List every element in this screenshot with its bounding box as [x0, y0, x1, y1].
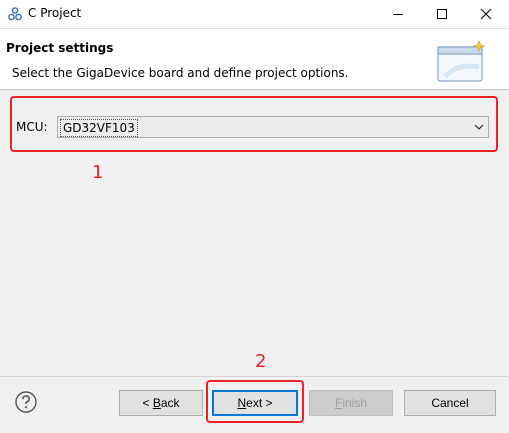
- maximize-button[interactable]: [420, 0, 464, 28]
- title-bar: C Project: [0, 0, 509, 29]
- mcu-row: MCU: GD32VF103: [10, 96, 498, 152]
- close-button[interactable]: [464, 0, 508, 28]
- wizard-header: Project settings Select the GigaDevice b…: [0, 29, 509, 90]
- mcu-label: MCU:: [16, 120, 48, 134]
- window-title: C Project: [28, 6, 82, 20]
- cancel-button[interactable]: Cancel: [404, 390, 496, 416]
- mcu-selected-value: GD32VF103: [60, 119, 138, 137]
- mcu-dropdown[interactable]: GD32VF103: [57, 116, 489, 138]
- back-label-rest: ack: [160, 396, 180, 410]
- help-icon: [15, 391, 37, 413]
- back-mnemonic: B: [152, 396, 161, 410]
- maximize-icon: [437, 9, 447, 19]
- finish-label-rest: inish: [342, 396, 368, 410]
- c-project-icon: [8, 7, 22, 21]
- page-description: Select the GigaDevice board and define p…: [12, 66, 349, 80]
- page-title: Project settings: [6, 41, 114, 55]
- back-button[interactable]: < Back: [119, 390, 203, 416]
- annotation-number-2: 2: [255, 351, 267, 372]
- back-prefix: <: [142, 396, 153, 410]
- minimize-button[interactable]: [376, 0, 420, 28]
- minimize-icon: [393, 14, 403, 15]
- annotation-number-1: 1: [92, 162, 104, 183]
- annotation-box-next: [206, 380, 304, 423]
- help-button[interactable]: [14, 390, 38, 414]
- button-bar-divider: [0, 376, 509, 377]
- finish-button[interactable]: Finish: [309, 390, 393, 416]
- wizard-window-icon: [437, 40, 486, 82]
- close-icon: [480, 8, 492, 20]
- chevron-down-icon: [474, 124, 484, 130]
